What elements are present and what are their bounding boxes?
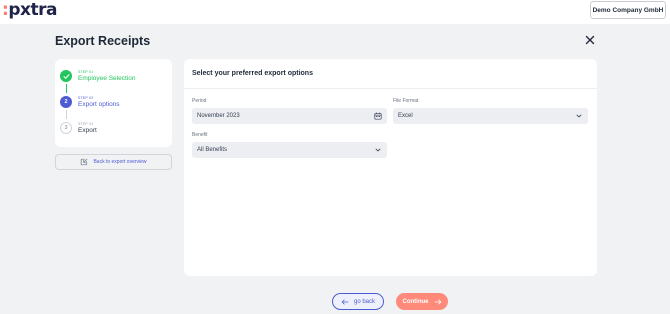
logo: :pxtra bbox=[2, 0, 57, 20]
chevron-down-icon bbox=[375, 148, 381, 152]
continue-label: Continue bbox=[402, 298, 429, 305]
arrow-left-icon bbox=[341, 299, 349, 304]
step-connector bbox=[65, 110, 67, 119]
steps-panel: STEP 01 Employee Selection 2 STEP 02 Exp… bbox=[55, 59, 172, 147]
period-value: November 2023 bbox=[197, 113, 240, 119]
benefit-select[interactable]: All Benefits bbox=[192, 142, 387, 158]
back-to-overview-button[interactable]: Back to export overview bbox=[55, 154, 172, 170]
step-export-options[interactable]: 2 STEP 02 Export options bbox=[60, 96, 120, 109]
step-export[interactable]: 3 STEP 03 Export bbox=[60, 122, 97, 135]
file-format-select[interactable]: Excel bbox=[393, 108, 588, 124]
check-icon bbox=[60, 70, 72, 82]
card-heading: Select your preferred export options bbox=[192, 70, 313, 77]
go-back-label: go back bbox=[353, 298, 375, 305]
step-label: Export options bbox=[78, 101, 120, 108]
export-options-card: Select your preferred export options Per… bbox=[184, 59, 597, 276]
step-number-badge: 2 bbox=[60, 96, 72, 108]
top-bar: :pxtra Demo Company GmbH bbox=[0, 0, 670, 24]
step-employee-selection[interactable]: STEP 01 Employee Selection bbox=[60, 70, 135, 83]
back-arrow-box-icon bbox=[81, 158, 88, 166]
chevron-down-icon bbox=[576, 114, 582, 118]
page-title: Export Receipts bbox=[55, 34, 151, 48]
step-connector bbox=[65, 84, 67, 93]
period-picker[interactable]: November 2023 bbox=[192, 108, 387, 124]
file-format-label: File Format bbox=[393, 98, 419, 104]
file-format-value: Excel bbox=[398, 113, 413, 119]
calendar-icon[interactable] bbox=[374, 112, 382, 120]
step-label: Employee Selection bbox=[78, 75, 136, 82]
continue-button[interactable]: Continue bbox=[396, 293, 448, 310]
divider bbox=[184, 88, 597, 89]
step-label: Export bbox=[78, 127, 97, 134]
close-icon[interactable] bbox=[585, 35, 595, 45]
period-label: Period bbox=[192, 98, 207, 104]
step-number-badge: 3 bbox=[60, 122, 72, 134]
arrow-right-icon bbox=[434, 299, 441, 304]
benefit-value: All Benefits bbox=[197, 147, 228, 153]
go-back-button[interactable]: go back bbox=[332, 293, 384, 310]
company-switcher-button[interactable]: Demo Company GmbH bbox=[590, 1, 666, 19]
back-to-overview-label: Back to export overview bbox=[93, 159, 147, 165]
benefit-label: Benefit bbox=[192, 132, 208, 138]
